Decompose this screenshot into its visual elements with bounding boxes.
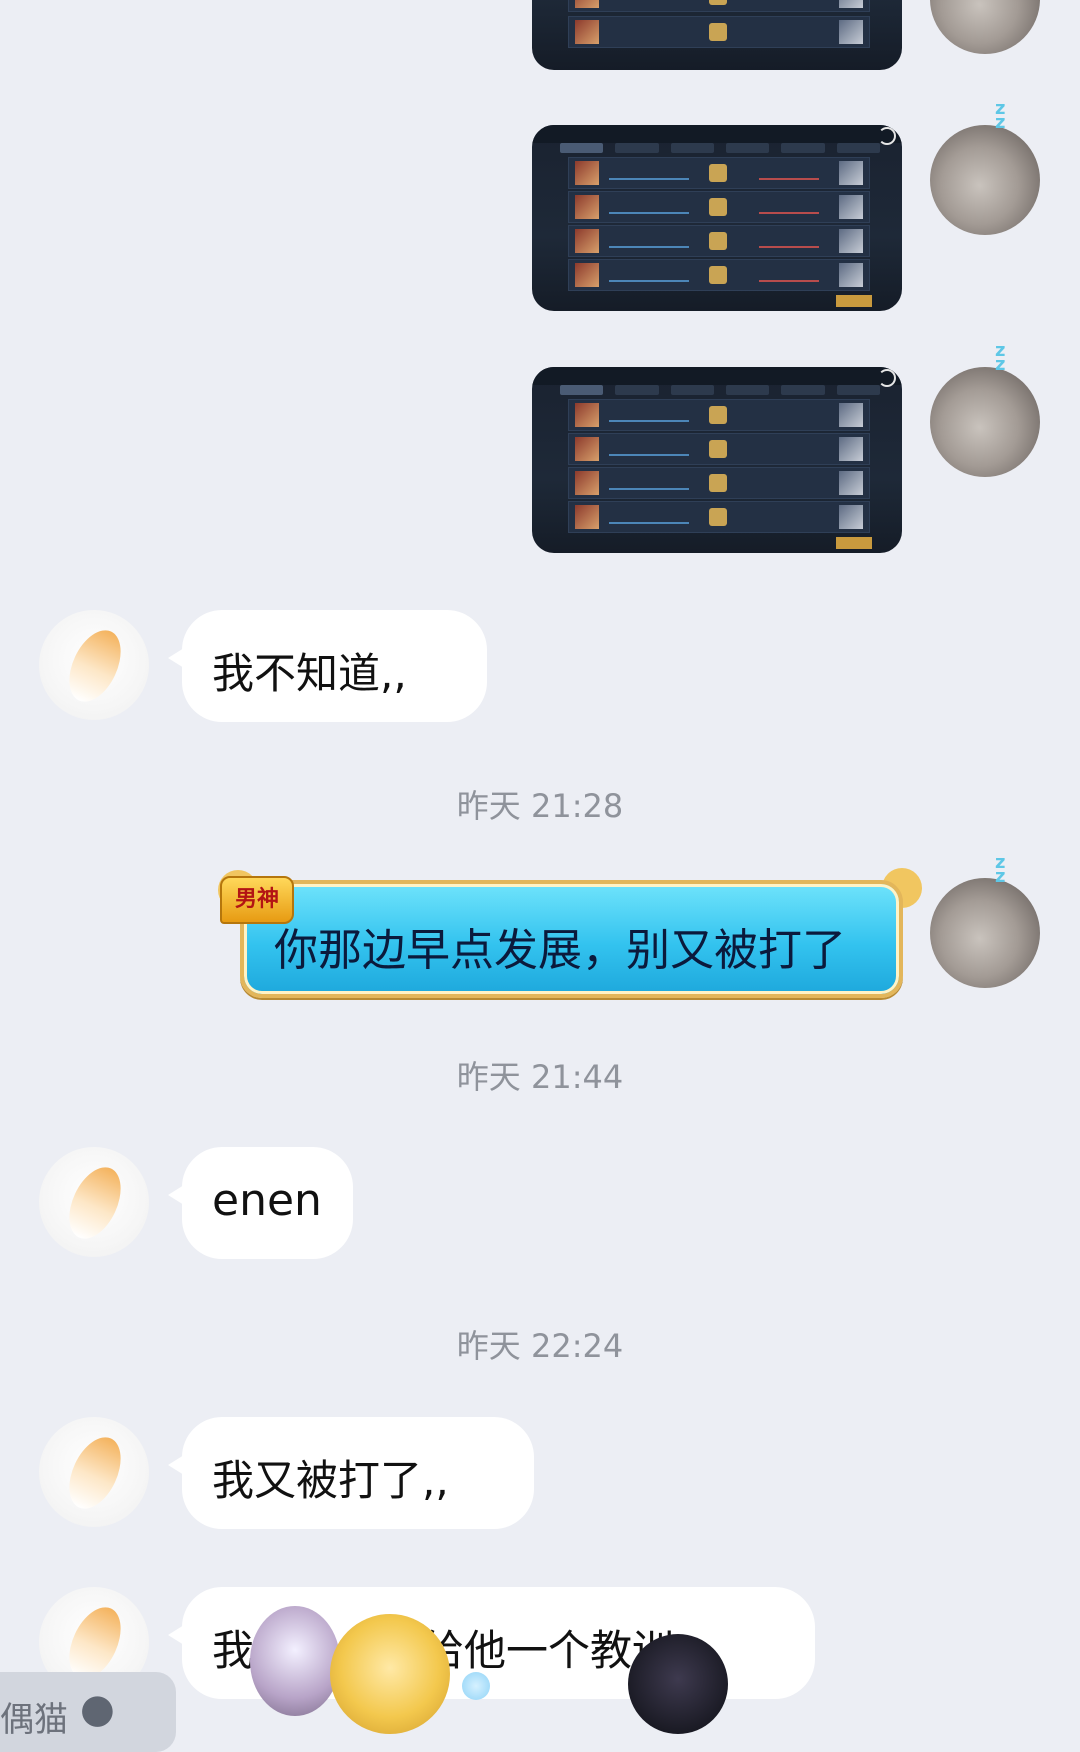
message-bubble[interactable]: 我又被打了,, (168, 1417, 534, 1529)
cat-sprite[interactable] (250, 1606, 340, 1716)
user-avatar[interactable] (930, 125, 1040, 235)
return-icon (878, 127, 896, 145)
game-screenshot-image[interactable] (532, 367, 902, 553)
contact-avatar[interactable] (39, 1147, 149, 1257)
return-icon (878, 369, 896, 387)
pet-tag[interactable]: 偶猫 ● (0, 1672, 176, 1752)
message-text: enen (212, 1175, 322, 1226)
user-avatar[interactable] (930, 878, 1040, 988)
timestamp: 昨天 22:24 (456, 1327, 624, 1365)
user-avatar[interactable] (930, 367, 1040, 477)
sleep-icon: zz (995, 852, 1006, 887)
boy-sprite[interactable] (628, 1634, 728, 1734)
sleep-icon: zz (995, 340, 1006, 375)
message-bubble-special[interactable]: 你那边早点发展，别又被打了 (240, 880, 903, 998)
title-badge: 男神 (220, 876, 294, 924)
contact-avatar[interactable] (39, 610, 149, 720)
girl-sprite[interactable] (330, 1614, 450, 1734)
paw-icon: ● (80, 1686, 115, 1732)
sleep-icon: zz (995, 98, 1006, 133)
snowflake-icon (462, 1672, 490, 1700)
timestamp: 昨天 21:28 (456, 787, 624, 825)
message-text: 我又被打了,, (212, 1456, 449, 1505)
timestamp: 昨天 21:44 (456, 1058, 624, 1096)
game-screenshot-image[interactable] (532, 0, 902, 70)
message-text: 你那边早点发展，别又被打了 (274, 925, 846, 976)
message-bubble[interactable]: 我不知道,, (168, 610, 487, 722)
message-bubble[interactable]: enen (168, 1147, 353, 1259)
game-screenshot-image[interactable] (532, 125, 902, 311)
pet-label: 偶猫 (0, 1700, 68, 1740)
contact-avatar[interactable] (39, 1417, 149, 1527)
message-text: 我不知道,, (212, 649, 407, 698)
user-avatar[interactable] (930, 0, 1040, 54)
